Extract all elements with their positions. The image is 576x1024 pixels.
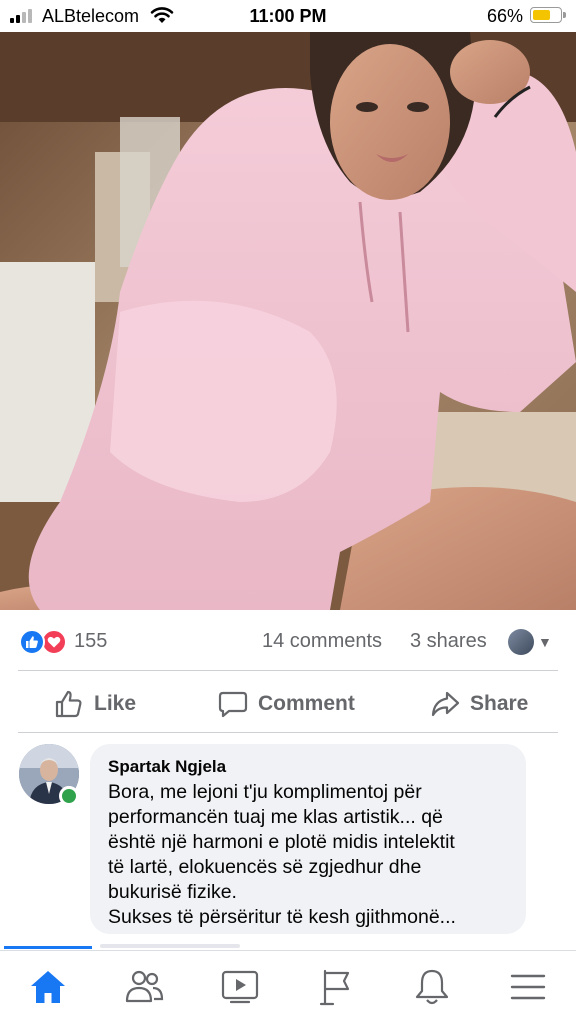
comment-button[interactable]: Comment: [218, 682, 355, 726]
home-icon: [31, 971, 65, 1003]
flag-icon: [319, 969, 350, 1006]
comment-bubble[interactable]: Spartak Ngjela Bora, me lejoni t'ju komp…: [90, 744, 526, 934]
comment-text: Bora, me lejoni t'ju komplimentoj për pe…: [108, 780, 512, 930]
comment-line: performancën tuaj me klas artistik... që: [108, 806, 443, 828]
share-button-label: Share: [470, 692, 529, 715]
active-tab-indicator: [4, 946, 92, 949]
nav-pages-button[interactable]: [316, 967, 356, 1007]
nav-home-button[interactable]: [28, 967, 68, 1007]
comment-line: të lartë, elokuencës së zgjedhur dhe: [108, 856, 422, 878]
chevron-down-icon[interactable]: ▼: [538, 634, 552, 650]
thumbs-up-icon: [55, 690, 82, 718]
battery-icon: [530, 7, 566, 23]
share-button[interactable]: Share: [430, 682, 528, 726]
comment-line: është një harmoni e plotë midis intelekt…: [108, 831, 455, 853]
comment-line: Bora, me lejoni t'ju komplimentoj për: [108, 781, 422, 803]
next-comment-peek: [100, 944, 240, 948]
reaction-count[interactable]: 155: [74, 630, 107, 653]
hamburger-icon: [510, 974, 546, 1000]
nav-friends-button[interactable]: [124, 967, 164, 1007]
shares-count-link[interactable]: 3 shares: [410, 630, 487, 653]
like-reaction-icon[interactable]: [19, 629, 45, 655]
nav-menu-button[interactable]: [508, 967, 548, 1007]
bell-icon: [415, 969, 449, 1005]
post-action-row: Like Comment Share: [0, 682, 576, 726]
share-arrow-icon: [431, 691, 460, 717]
battery-percentage: 66%: [487, 6, 524, 26]
comment-line: bukurisë fizike.: [108, 881, 237, 903]
comment-button-label: Comment: [258, 692, 355, 715]
post-stats-row: 155 14 comments 3 shares ▼: [0, 624, 576, 660]
nav-notifications-button[interactable]: [412, 967, 452, 1007]
bottom-navigation-bar: [0, 950, 576, 1024]
comment-author-name[interactable]: Spartak Ngjela: [108, 756, 512, 778]
comments-count-link[interactable]: 14 comments: [262, 630, 382, 653]
audience-avatar[interactable]: [508, 629, 534, 655]
watch-icon: [221, 970, 259, 1004]
like-button[interactable]: Like: [54, 682, 136, 726]
status-bar: ALBtelecom 11:00 PM 66%: [0, 0, 576, 32]
divider: [18, 732, 558, 733]
comment-bubble-icon: [218, 691, 248, 718]
nav-watch-button[interactable]: [220, 967, 260, 1007]
friends-icon: [125, 970, 164, 1003]
like-button-label: Like: [94, 692, 137, 715]
post-photo[interactable]: [0, 32, 576, 610]
comment-line: Sukses të përsëritur të kesh gjithmonë..…: [108, 906, 456, 928]
online-status-indicator: [59, 786, 79, 806]
divider: [18, 670, 558, 671]
